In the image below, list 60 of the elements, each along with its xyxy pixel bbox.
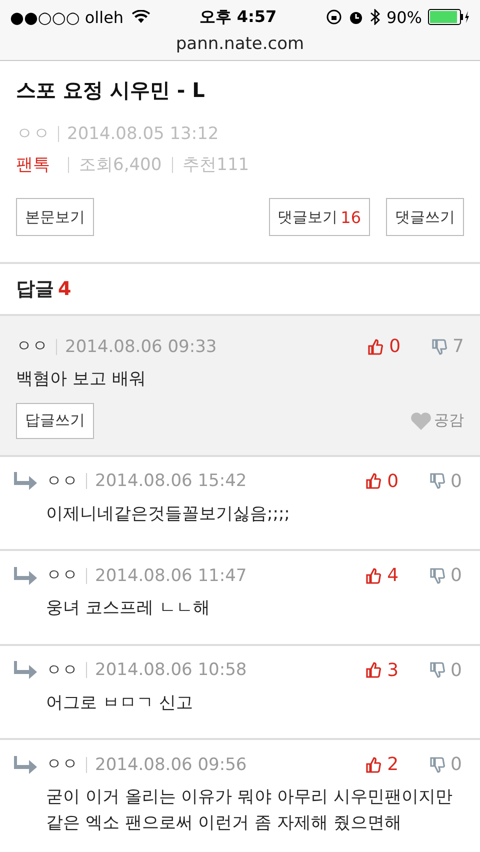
downvote-count: 0: [450, 470, 462, 492]
view-count: 조회6,400: [79, 154, 162, 176]
comment-text: 웅녀 코스프레 ㄴㄴ해: [45, 597, 211, 620]
upvote-count: 3: [387, 660, 399, 680]
downvote-count: 0: [450, 754, 462, 775]
comment-date: 2014.08.06 09:33: [65, 336, 217, 356]
view-body-button[interactable]: 본문보기: [16, 198, 94, 236]
upvote-count: 0: [389, 336, 401, 357]
page-url[interactable]: pann.nate.com: [0, 34, 480, 60]
comment-text: 굳이 이거 올리는 이유가 뭐야 아무리 시우민팬이지만 같은 엑소 팬으로써 이런거 좀 자제해 줬으면해: [45, 786, 454, 834]
battery-icon: [428, 9, 470, 25]
comment-author: ㅇㅇ: [46, 565, 78, 586]
comment-date: 2014.08.06 15:42: [95, 471, 247, 491]
post-title: 스포 요정 시우민 - L: [16, 77, 206, 104]
upvote-count: 4: [387, 565, 399, 586]
comment-author: ㅇㅇ: [16, 336, 48, 357]
reply-arrow-icon: [14, 660, 38, 680]
thumbs-up-icon[interactable]: [365, 473, 382, 489]
heart-icon[interactable]: [410, 412, 432, 430]
downvote-count: 0: [450, 660, 462, 680]
view-comments-button[interactable]: 댓글보기 16: [268, 198, 370, 236]
thumbs-up-icon[interactable]: [365, 756, 382, 772]
bluetooth-icon: [370, 9, 380, 25]
comment-author: ㅇㅇ: [46, 470, 78, 492]
upvote-count: 2: [387, 754, 399, 775]
replies-heading: 답글: [16, 277, 54, 302]
recommend-count: 추천111: [182, 154, 250, 176]
reply-arrow-icon: [14, 471, 38, 491]
comment-text: 백혐아 보고 배워: [16, 368, 147, 391]
comment-text: 이제니네같은것들꼴보기싫음;;;;: [45, 502, 291, 526]
write-comment-button[interactable]: 댓글쓰기: [386, 198, 464, 236]
battery-percent: 90%: [386, 8, 422, 26]
reply-arrow-icon: [14, 566, 38, 586]
post-category[interactable]: 팬톡: [16, 153, 50, 176]
thumbs-down-icon[interactable]: [428, 473, 445, 489]
carrier-signal: ●●○○○ olleh: [10, 8, 124, 26]
reply-arrow-icon: [14, 754, 38, 774]
thumbs-down-icon[interactable]: [428, 756, 445, 772]
comment-date: 2014.08.06 10:58: [95, 660, 247, 680]
comment-count: 16: [340, 208, 361, 226]
write-reply-button[interactable]: 답글쓰기: [16, 402, 94, 438]
comment-author: ㅇㅇ: [46, 754, 78, 775]
thumbs-down-icon[interactable]: [428, 568, 445, 584]
thumbs-up-icon[interactable]: [365, 662, 382, 678]
downvote-count: 7: [452, 336, 464, 357]
thumbs-down-icon[interactable]: [428, 662, 445, 678]
thumbs-down-icon[interactable]: [430, 338, 447, 354]
comment-author: ㅇㅇ: [46, 660, 78, 680]
downvote-count: 0: [450, 565, 462, 586]
upvote-count: 0: [387, 470, 399, 492]
thumbs-up-icon[interactable]: [367, 338, 384, 354]
wifi-icon: [132, 10, 150, 24]
comment-date: 2014.08.06 11:47: [95, 566, 247, 586]
thumbs-up-icon[interactable]: [365, 568, 382, 584]
post-author: ㅇㅇ: [16, 123, 50, 145]
post-date: 2014.08.05 13:12: [67, 124, 219, 144]
status-time: 오후 4:57: [199, 6, 277, 28]
comment-date: 2014.08.06 09:56: [95, 754, 247, 774]
replies-count: 4: [58, 278, 72, 300]
comment-text: 어그로 ㅂㅁㄱ 신고: [45, 692, 194, 714]
